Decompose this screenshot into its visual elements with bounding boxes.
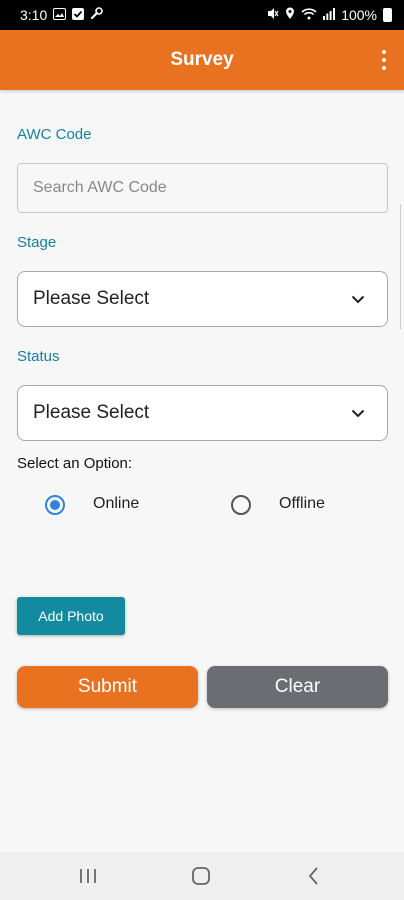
offline-radio[interactable]: [231, 495, 251, 515]
status-bar: 3:10 100%: [0, 0, 404, 30]
submit-button[interactable]: Submit: [17, 666, 198, 708]
awc-code-label: AWC Code: [17, 126, 92, 143]
status-label: Status: [17, 348, 60, 365]
status-time: 3:10: [20, 7, 48, 23]
status-select-value: Please Select: [33, 402, 150, 423]
wifi-icon: [301, 7, 317, 23]
system-nav-bar: [0, 852, 404, 900]
gallery-icon: [53, 7, 67, 23]
online-radio-label[interactable]: Online: [93, 495, 139, 513]
battery-icon: [383, 8, 392, 22]
more-vert-icon[interactable]: [380, 50, 388, 70]
checkbox-icon: [72, 7, 85, 23]
back-icon[interactable]: [302, 866, 326, 886]
page-title: Survey: [170, 49, 234, 70]
wrench-icon: [90, 7, 104, 23]
mute-icon: [267, 7, 279, 23]
stage-select-value: Please Select: [33, 288, 150, 309]
stage-select[interactable]: Please Select: [17, 271, 388, 327]
app-bar: Survey: [0, 30, 404, 90]
battery-text: 100%: [341, 7, 377, 23]
clear-button[interactable]: Clear: [207, 666, 388, 708]
status-bar-right: 100%: [267, 7, 392, 23]
option-label: Select an Option:: [17, 455, 133, 472]
awc-code-search-field[interactable]: [17, 163, 388, 213]
home-icon[interactable]: [189, 866, 213, 886]
chevron-down-icon: [351, 406, 365, 420]
chevron-down-icon: [351, 292, 365, 306]
status-select[interactable]: Please Select: [17, 385, 388, 441]
option-radio-group: Online Offline: [0, 490, 404, 520]
awc-code-search-input[interactable]: [33, 179, 387, 197]
recent-apps-icon[interactable]: [76, 866, 100, 886]
offline-radio-label[interactable]: Offline: [279, 495, 325, 513]
status-bar-left: 3:10: [20, 7, 104, 23]
signal-icon: [323, 7, 336, 23]
location-icon: [285, 7, 295, 23]
stage-label: Stage: [17, 234, 57, 251]
add-photo-button[interactable]: Add Photo: [17, 597, 125, 635]
scroll-indicator: [400, 204, 404, 330]
online-radio[interactable]: [45, 495, 65, 515]
